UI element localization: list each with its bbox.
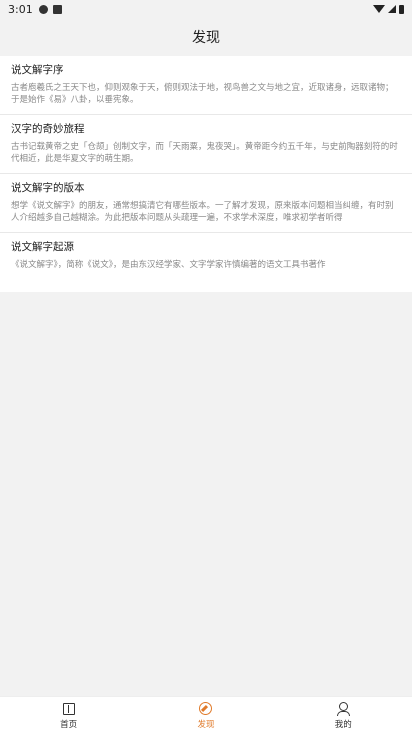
article-desc: 古者庖羲氏之王天下也，仰则观象于天，俯则观法于地，视鸟兽之文与地之宜，近取诸身，…: [11, 83, 394, 105]
article-desc: 古书记载黄帝之史「仓颉」创制文字，而「天雨粟，鬼夜哭」。黄帝距今约五千年，与史前…: [11, 142, 398, 164]
status-right-icons: [373, 4, 404, 14]
tab-label: 发现: [197, 720, 215, 730]
article-item-3[interactable]: 说文解字起源 《说文解字》，简称《说文》，是由东汉经学家、文字学家许慎编著的语文…: [0, 233, 412, 292]
wifi-icon: [373, 5, 385, 13]
tab-mine[interactable]: 我的: [303, 701, 383, 730]
article-title: 汉字的奇妙旅程: [11, 123, 85, 135]
article-item-1[interactable]: 汉字的奇妙旅程 古书记载黄帝之史「仓颉」创制文字，而「天雨粟，鬼夜哭」。黄帝距今…: [0, 115, 412, 174]
a-icon: [52, 4, 62, 14]
tab-label: 我的: [334, 720, 352, 730]
bottom-tab-bar: 首页 发现 我的: [0, 696, 412, 734]
battery-icon: [399, 4, 404, 14]
status-bar: 3:01: [0, 0, 412, 18]
signal-icon: [388, 5, 396, 13]
article-title: 说文解字的版本: [11, 182, 85, 194]
tab-discover[interactable]: 发现: [166, 701, 246, 730]
book-icon: [61, 701, 77, 717]
article-desc: 《说文解字》，简称《说文》，是由东汉经学家、文字学家许慎编著的语文工具书著作: [11, 260, 326, 270]
alert-icon: [38, 4, 48, 14]
status-time: 3:01: [8, 2, 33, 16]
tab-home[interactable]: 首页: [29, 701, 109, 730]
tab-label: 首页: [60, 720, 78, 730]
page-title: 发现: [192, 30, 220, 46]
article-item-0[interactable]: 说文解字序 古者庖羲氏之王天下也，仰则观象于天，俯则观法于地，视鸟兽之文与地之宜…: [0, 56, 412, 115]
article-title: 说文解字起源: [11, 241, 74, 253]
article-title: 说文解字序: [11, 64, 64, 76]
article-list: 说文解字序 古者庖羲氏之王天下也，仰则观象于天，俯则观法于地，视鸟兽之文与地之宜…: [0, 56, 412, 292]
person-icon: [335, 701, 351, 717]
article-item-2[interactable]: 说文解字的版本 想学《说文解字》的朋友，通常想搞清它有哪些版本。一了解才发现，原…: [0, 174, 412, 233]
article-desc: 想学《说文解字》的朋友，通常想搞清它有哪些版本。一了解才发现，原来版本问题相当纠…: [11, 201, 394, 223]
compass-icon: [198, 701, 214, 717]
page-header: 发现: [0, 18, 412, 56]
